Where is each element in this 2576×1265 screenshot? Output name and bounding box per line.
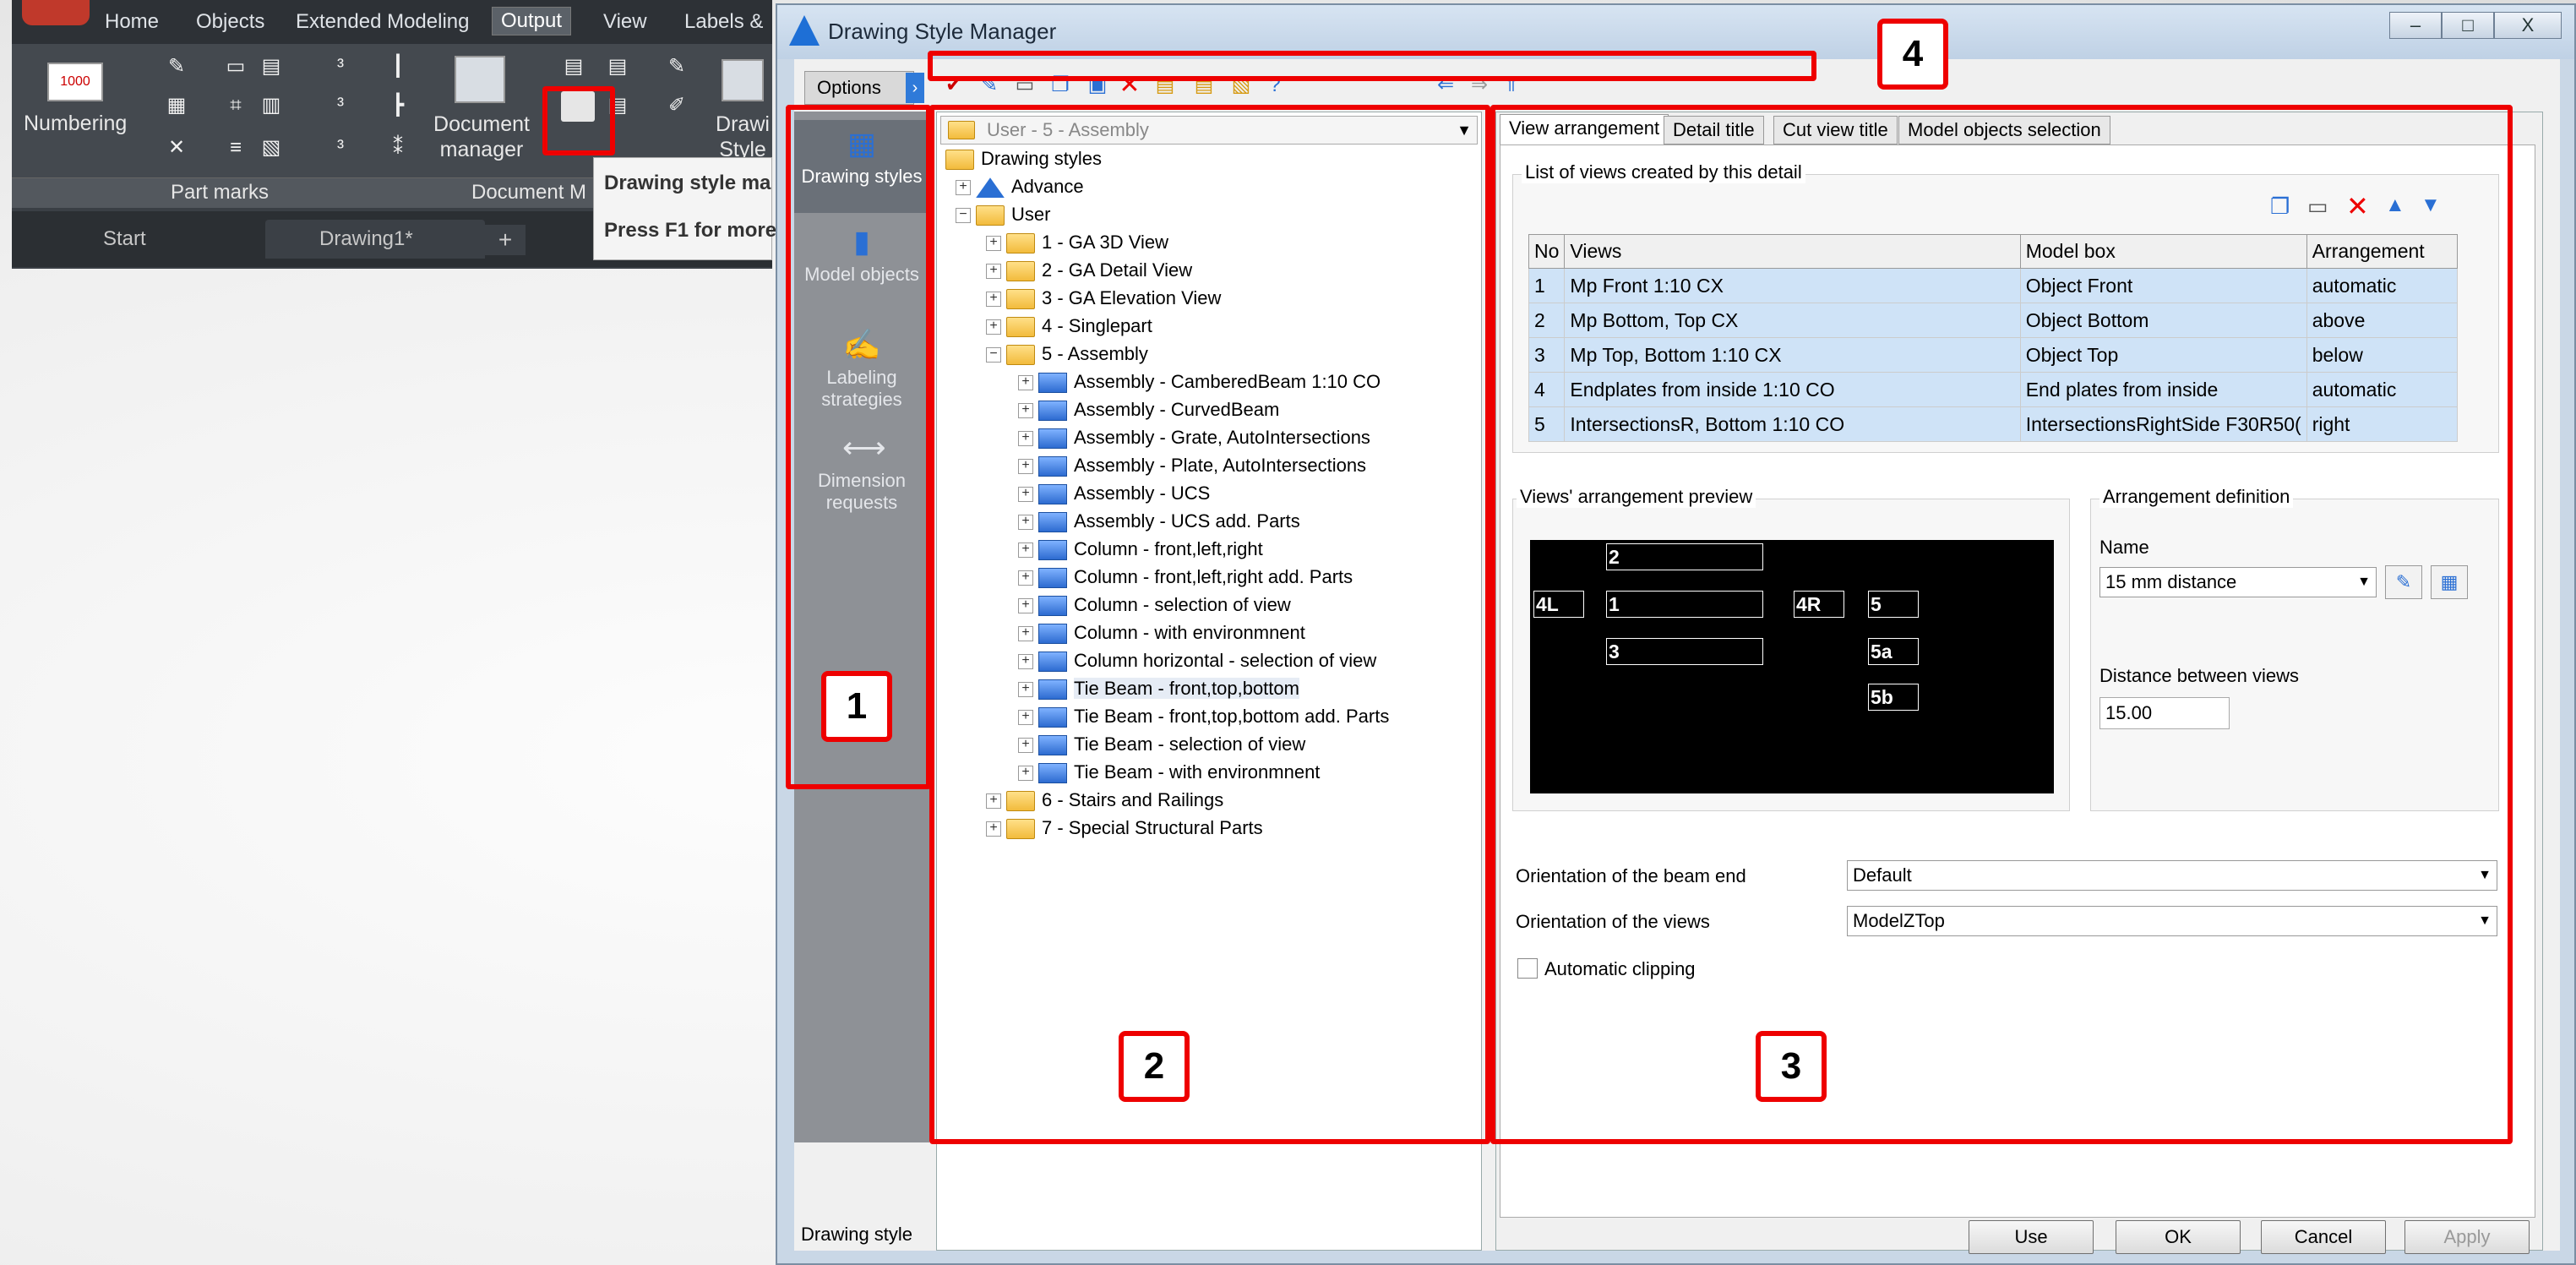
part-mark-icon[interactable]: ✎ bbox=[162, 54, 191, 79]
part-mark-icon[interactable]: ▥ bbox=[257, 93, 286, 118]
tab-home[interactable]: Home bbox=[105, 10, 159, 34]
document-manager-button[interactable]: Document manager bbox=[431, 112, 532, 162]
part-mark-icon[interactable]: ▧ bbox=[257, 135, 286, 161]
part-mark-icon[interactable]: ▭ bbox=[221, 54, 250, 79]
ribbon-tab-bar: Home Objects Extended Modeling Output Vi… bbox=[12, 0, 772, 44]
annotation-box-3 bbox=[1490, 105, 2513, 1144]
numbering-icon[interactable]: 1000 bbox=[47, 63, 103, 101]
part-mark-icon[interactable]: ³ bbox=[326, 135, 355, 161]
tab-labels[interactable]: Labels & bbox=[684, 10, 763, 34]
annotation-number-4: 4 bbox=[1877, 19, 1948, 90]
drawing-styles-button[interactable]: Drawi Style bbox=[713, 112, 772, 162]
document-icon[interactable]: ▤ bbox=[559, 54, 588, 79]
status-bar: Drawing style Use OK Cancel Apply bbox=[794, 1215, 2560, 1257]
part-mark-icon[interactable]: ┃ bbox=[384, 54, 412, 79]
tooltip-help: Press F1 for more bbox=[604, 219, 777, 242]
maximize-button[interactable]: □ bbox=[2442, 12, 2494, 39]
doc-tab-start[interactable]: Start bbox=[49, 220, 260, 259]
ok-button[interactable]: OK bbox=[2116, 1220, 2241, 1254]
tab-objects[interactable]: Objects bbox=[196, 10, 264, 34]
part-mark-icon[interactable]: ┣ bbox=[384, 93, 412, 118]
tab-extended-modeling[interactable]: Extended Modeling bbox=[296, 10, 469, 34]
document-icon[interactable]: ✐ bbox=[662, 93, 691, 118]
annotation-box-2 bbox=[929, 105, 1490, 1144]
tooltip-title: Drawing style ma bbox=[604, 172, 771, 194]
document-icon[interactable]: ▤ bbox=[603, 54, 632, 79]
app-icon bbox=[789, 15, 820, 46]
options-tab[interactable]: Options bbox=[804, 71, 914, 105]
annotation-number-1: 1 bbox=[821, 671, 892, 742]
highlight-drawing-style-button bbox=[542, 86, 615, 155]
part-mark-icon[interactable]: ³ bbox=[326, 93, 355, 118]
part-mark-icon[interactable]: ³ bbox=[326, 54, 355, 79]
apply-button[interactable]: Apply bbox=[2404, 1220, 2530, 1254]
doc-tab-drawing1[interactable]: Drawing1* bbox=[265, 220, 485, 259]
panel-title-part-marks: Part marks bbox=[171, 181, 270, 204]
panel-title-document: Document M bbox=[471, 181, 587, 204]
part-mark-icon[interactable]: ≡ bbox=[221, 135, 250, 161]
numbering-button[interactable]: Numbering bbox=[24, 112, 127, 136]
status-text: Drawing style bbox=[801, 1224, 913, 1245]
part-mark-icon[interactable]: ▦ bbox=[162, 93, 191, 118]
annotation-number-3: 3 bbox=[1756, 1031, 1827, 1102]
tooltip: Drawing style ma Press F1 for more bbox=[593, 157, 776, 260]
app-menu-button[interactable] bbox=[22, 0, 90, 25]
document-icon[interactable]: ✎ bbox=[662, 54, 691, 79]
collapse-sidebar-icon[interactable]: › bbox=[906, 73, 924, 103]
part-mark-icon[interactable]: ⁑ bbox=[384, 135, 412, 161]
part-mark-icon[interactable]: ▤ bbox=[257, 54, 286, 79]
part-mark-icon[interactable]: ⌗ bbox=[221, 93, 250, 118]
drawing-styles-icon[interactable] bbox=[722, 59, 764, 101]
add-tab-button[interactable]: + bbox=[485, 225, 526, 255]
document-manager-icon[interactable] bbox=[455, 56, 505, 103]
close-button[interactable]: X bbox=[2494, 12, 2562, 39]
minimize-button[interactable]: – bbox=[2389, 12, 2442, 39]
annotation-box-4 bbox=[928, 51, 1816, 81]
use-button[interactable]: Use bbox=[1969, 1220, 2094, 1254]
dialog-title: Drawing Style Manager bbox=[828, 19, 1057, 44]
part-mark-icon[interactable]: ✕ bbox=[162, 135, 191, 161]
tab-view[interactable]: View bbox=[603, 10, 647, 34]
annotation-number-2: 2 bbox=[1119, 1031, 1190, 1102]
tab-output[interactable]: Output bbox=[492, 7, 572, 35]
cancel-button[interactable]: Cancel bbox=[2261, 1220, 2386, 1254]
